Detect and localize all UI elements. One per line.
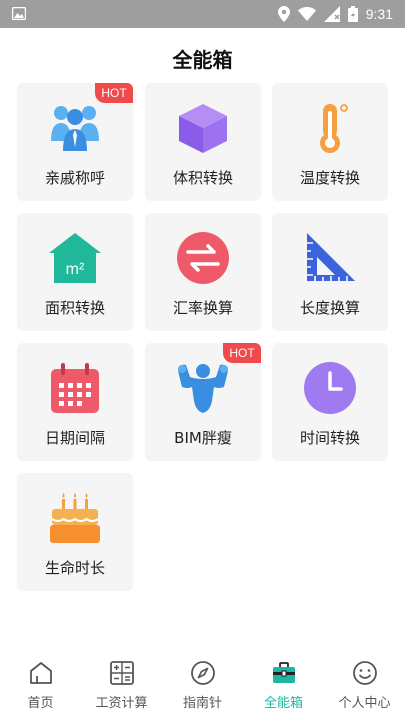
exchange-icon [177,232,229,284]
tool-card-date-interval[interactable]: 日期间隔 [17,343,133,461]
calculator-icon [109,661,134,685]
tab-label: 个人中心 [338,696,391,711]
tab-label: 指南针 [182,696,222,711]
tool-card-bim[interactable]: BIM胖瘦 HOT [145,343,261,461]
tab-toolbox[interactable]: 全能箱 [243,660,324,716]
svg-text:m²: m² [66,261,85,278]
cube-icon [179,104,227,153]
house-area-icon: m² [49,233,101,283]
tool-label: 面积转换 [44,299,105,317]
tool-card-life-span[interactable]: 生命时长 [17,473,133,591]
bottom-tab-bar: 首页 工资计算 指南针 全能箱 个人中心 [0,656,405,720]
tool-label: BIM胖瘦 [174,429,232,447]
signal-icon [323,6,340,22]
tool-label: 日期间隔 [44,429,105,447]
calendar-icon [51,363,99,413]
battery-icon [347,6,358,22]
tool-card-relatives[interactable]: 亲戚称呼 HOT [17,83,133,201]
status-bar: 9:31 [0,0,405,28]
hot-badge: HOT [95,83,133,103]
ruler-icon [307,233,355,281]
muscle-icon [178,364,228,413]
tool-label: 温度转换 [299,169,360,187]
tab-profile[interactable]: 个人中心 [324,660,405,716]
page-title: 全能箱 [172,48,233,72]
tab-label: 工资计算 [95,696,148,711]
tab-home[interactable]: 首页 [0,660,81,716]
tool-card-volume[interactable]: 体积转换 [145,83,261,201]
toolbox-icon [272,662,295,683]
smiley-icon [352,661,377,685]
image-notification-icon [12,7,26,20]
compass-icon [190,661,215,685]
family-icon [51,106,99,151]
tool-label: 亲戚称呼 [44,169,105,187]
clock-icon [304,362,356,414]
tool-label: 长度换算 [299,299,360,317]
tool-label: 汇率换算 [172,299,233,317]
wifi-icon [297,7,316,21]
tab-compass[interactable]: 指南针 [162,660,243,716]
hot-badge: HOT [223,343,261,363]
tool-card-exchange[interactable]: 汇率换算 [145,213,261,331]
home-icon [29,662,52,684]
tool-card-area[interactable]: m² 面积转换 [17,213,133,331]
clock-time: 9:31 [365,6,393,22]
tool-card-time[interactable]: 时间转换 [272,343,388,461]
thermometer-icon [320,104,348,153]
tab-label: 首页 [27,696,54,711]
tool-card-length[interactable]: 长度换算 [272,213,388,331]
tab-salary-calculator[interactable]: 工资计算 [81,660,162,716]
tool-label: 时间转换 [299,429,360,447]
cake-icon [50,493,100,543]
tool-label: 生命时长 [44,559,105,577]
tab-label: 全能箱 [263,696,303,711]
location-icon [277,6,290,22]
tool-label: 体积转换 [172,169,233,187]
tool-card-temperature[interactable]: 温度转换 [272,83,388,201]
